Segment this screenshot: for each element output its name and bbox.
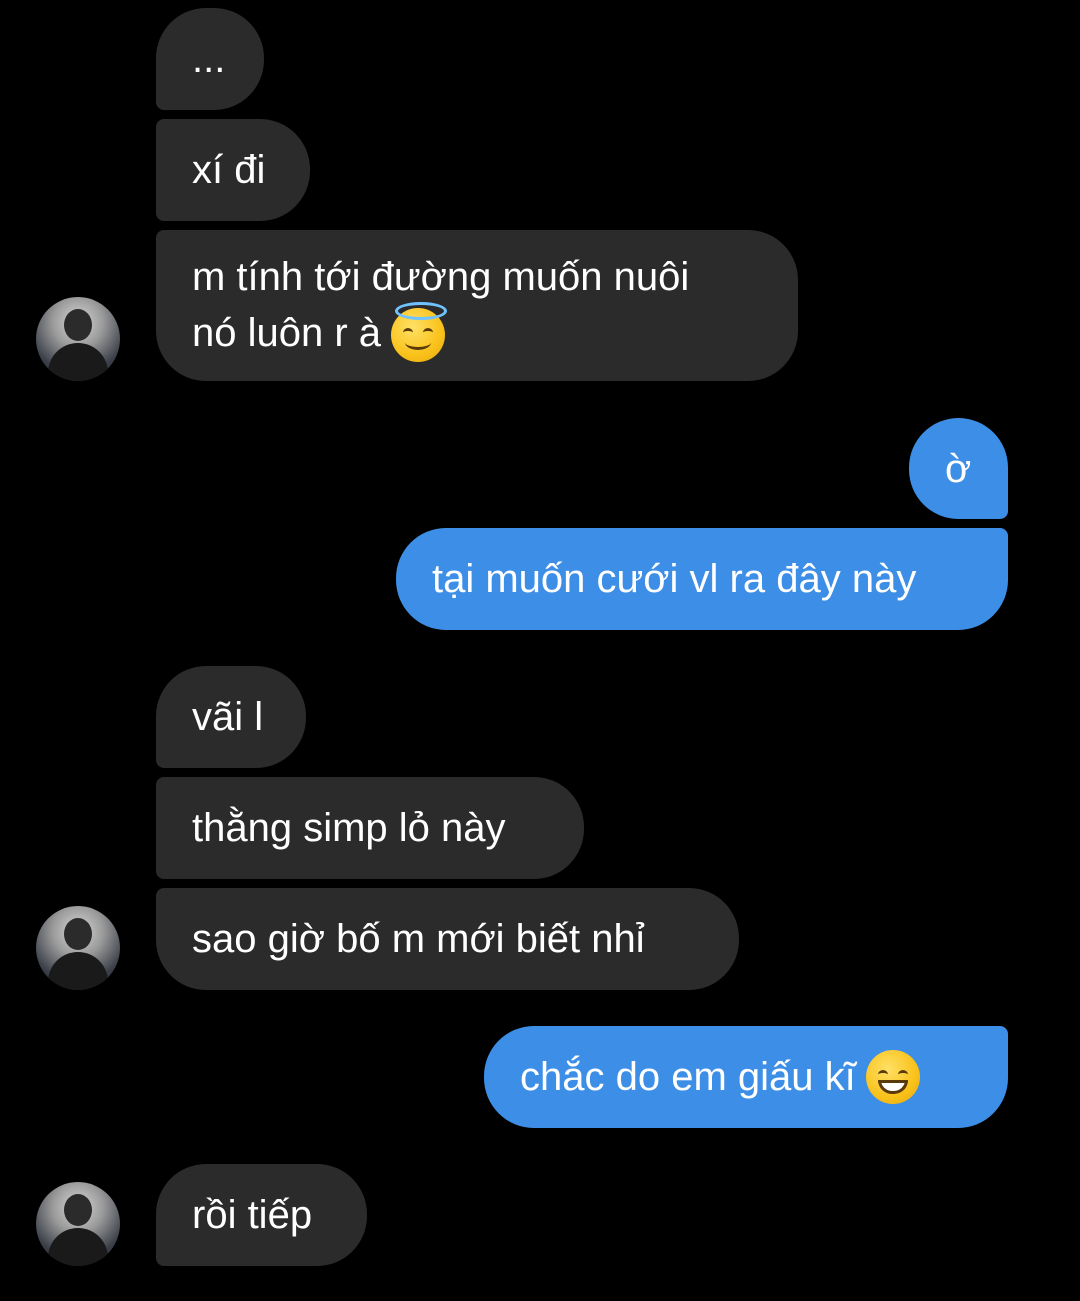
message-text: sao giờ bố m mới biết nhỉ: [192, 917, 645, 961]
message-bubble-incoming[interactable]: sao giờ bố m mới biết nhỉ: [156, 888, 739, 990]
message-text: vãi l: [192, 695, 264, 739]
message-bubble-outgoing[interactable]: chắc do em giấu kĩ: [484, 1026, 1008, 1128]
message-bubble-incoming[interactable]: ...: [156, 8, 264, 110]
message-bubble-incoming[interactable]: xí đi: [156, 119, 310, 221]
message-text: ờ: [945, 446, 972, 491]
message-text: chắc do em giấu kĩ: [520, 1055, 856, 1099]
message-text-line: nó luôn r à: [192, 302, 448, 363]
grinning-face-icon: [865, 1050, 920, 1104]
message-text: ...: [192, 37, 226, 81]
message-bubble-incoming[interactable]: m tính tới đường muốn nuôi nó luôn r à: [156, 230, 798, 381]
message-bubble-incoming[interactable]: rồi tiếp: [156, 1164, 367, 1266]
smiling-face-with-halo-icon: [391, 302, 448, 363]
message-bubble-outgoing[interactable]: tại muốn cưới vl ra đây này: [396, 528, 1008, 630]
message-bubble-incoming[interactable]: thằng simp lỏ này: [156, 777, 584, 879]
message-text-line: m tính tới đường muốn nuôi: [192, 255, 690, 299]
avatar[interactable]: [36, 1182, 120, 1266]
message-text: thằng simp lỏ này: [192, 806, 506, 850]
message-bubble-incoming[interactable]: vãi l: [156, 666, 306, 768]
avatar[interactable]: [36, 297, 120, 381]
avatar[interactable]: [36, 906, 120, 990]
message-bubble-outgoing[interactable]: ờ: [909, 418, 1008, 519]
message-text: tại muốn cưới vl ra đây này: [432, 557, 917, 601]
message-text: rồi tiếp: [192, 1193, 313, 1237]
message-text: xí đi: [192, 148, 266, 192]
